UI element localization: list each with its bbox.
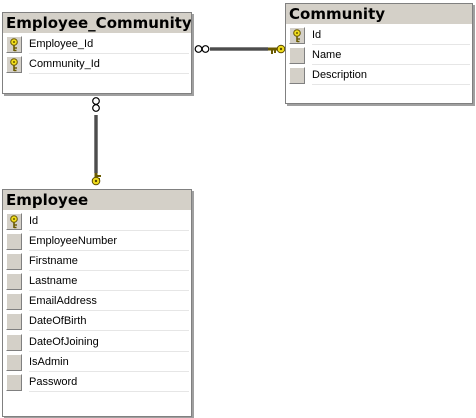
column-row[interactable]: IsAdmin (3, 353, 191, 374)
relationship-employee-community-to-employee[interactable] (91, 97, 101, 186)
column-name: Firstname (29, 253, 189, 272)
column-row[interactable]: EmailAddress (3, 293, 191, 313)
column-list: Id EmployeeNumber Firstname Lastname EmailAd… (3, 213, 191, 394)
row-selector[interactable] (6, 253, 22, 271)
column-name: IsAdmin (29, 354, 189, 372)
column-row[interactable]: DateOfJoining (3, 333, 191, 354)
column-row[interactable]: Employee_Id (3, 36, 191, 56)
column-name: Password (29, 374, 189, 392)
column-row[interactable]: Id (286, 27, 472, 47)
key-icon (268, 44, 286, 54)
row-selector[interactable] (6, 373, 22, 391)
column-list: Id Name Description (286, 27, 472, 87)
column-row[interactable]: Password (3, 373, 191, 394)
row-selector[interactable] (289, 67, 305, 85)
column-name: Lastname (29, 273, 189, 292)
table-community[interactable]: Community Id Name Description (285, 3, 473, 104)
column-name: Employee_Id (29, 36, 189, 54)
column-name: Community_Id (29, 56, 189, 75)
column-name: Name (312, 47, 470, 66)
column-row[interactable]: Lastname (3, 273, 191, 293)
column-row[interactable]: DateOfBirth (3, 313, 191, 333)
row-selector[interactable] (6, 273, 22, 291)
row-selector[interactable] (6, 213, 22, 230)
row-selector[interactable] (6, 293, 22, 311)
column-name: DateOfJoining (29, 334, 189, 352)
row-selector[interactable] (6, 353, 22, 371)
column-row[interactable]: Name (286, 47, 472, 67)
row-selector[interactable] (289, 27, 305, 44)
infinity-icon (194, 45, 210, 53)
table-title[interactable]: Employee (3, 190, 191, 210)
column-name: DateOfBirth (29, 313, 189, 332)
column-name: Description (312, 67, 470, 86)
column-row[interactable]: Id (3, 213, 191, 233)
column-name: Id (312, 27, 470, 45)
column-name: EmployeeNumber (29, 233, 189, 252)
row-selector[interactable] (289, 47, 305, 65)
column-row[interactable]: Community_Id (3, 56, 191, 76)
column-row[interactable]: Description (286, 67, 472, 87)
column-name: EmailAddress (29, 293, 189, 312)
row-selector[interactable] (6, 233, 22, 251)
relationship-employee-community-to-community[interactable] (194, 44, 286, 54)
column-list: Employee_Id Community_Id (3, 36, 191, 76)
column-name: Id (29, 213, 189, 231)
table-employee-community[interactable]: Employee_Community Employee_Id Community_… (2, 12, 192, 94)
key-icon (91, 173, 101, 186)
row-selector[interactable] (6, 333, 22, 351)
table-title[interactable]: Employee_Community (3, 13, 191, 33)
column-row[interactable]: Firstname (3, 253, 191, 273)
row-selector[interactable] (6, 313, 22, 331)
table-title[interactable]: Community (286, 4, 472, 24)
row-selector[interactable] (6, 56, 22, 74)
table-employee[interactable]: Employee Id EmployeeNumber Firstname Lastna… (2, 189, 192, 417)
column-row[interactable]: EmployeeNumber (3, 233, 191, 253)
infinity-icon (92, 97, 100, 112)
row-selector[interactable] (6, 36, 22, 53)
